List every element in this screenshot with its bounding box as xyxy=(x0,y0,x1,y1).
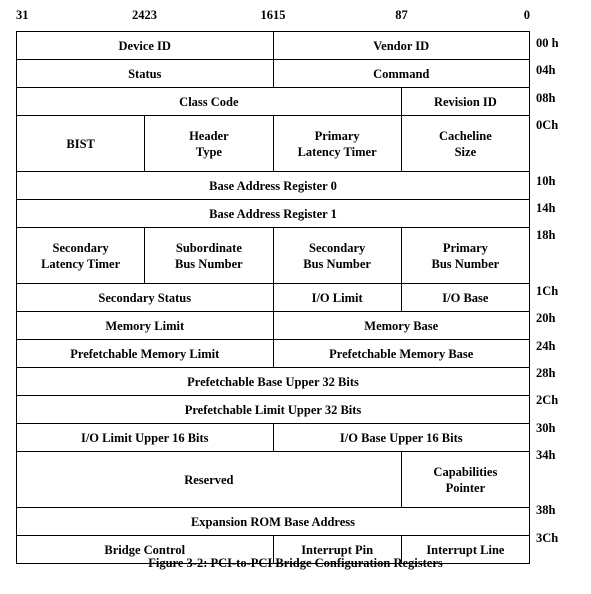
register-field: Header Type xyxy=(144,115,274,172)
register-offset: 28h xyxy=(536,365,556,380)
register-row: Secondary Latency Timer Subordinate Bus N… xyxy=(15,227,531,284)
register-field: Secondary Status xyxy=(16,283,274,312)
register-field: Expansion ROM Base Address xyxy=(16,507,530,536)
figure-caption: Figure 3-2: PCI-to-PCI Bridge Configurat… xyxy=(148,556,443,570)
register-field: Device ID xyxy=(16,31,274,60)
register-field: Secondary Bus Number xyxy=(272,227,402,284)
bit-label-15: 15 xyxy=(273,8,286,22)
register-offset: 2Ch xyxy=(536,393,559,408)
register-field: Class Code xyxy=(16,87,402,116)
register-field: I/O Limit Upper 16 Bits xyxy=(16,423,274,452)
register-offset: 20h xyxy=(536,311,556,326)
register-row: Prefetchable Limit Upper 32 Bits xyxy=(16,395,530,424)
register-row: Prefetchable Memory Limit Prefetchable Me… xyxy=(16,339,530,368)
register-row: Device ID Vendor ID xyxy=(16,31,530,60)
register-row: Reserved Capabilities Pointer xyxy=(16,451,531,508)
register-field: Cacheline Size xyxy=(400,115,531,172)
register-row: Status Command xyxy=(16,59,530,88)
register-offset: 08h xyxy=(536,90,556,105)
register-field: Base Address Register 1 xyxy=(16,199,530,228)
register-row: BIST Header Type Primary Latency Timer Cach… xyxy=(15,115,531,172)
register-field: Primary Bus Number xyxy=(400,227,531,284)
register-offset: 24h xyxy=(536,338,556,353)
register-offset: 30h xyxy=(536,420,556,435)
register-field: Prefetchable Limit Upper 32 Bits xyxy=(16,395,530,424)
register-field: BIST xyxy=(15,115,146,172)
register-field: Secondary Latency Timer xyxy=(15,227,146,284)
register-field: Status xyxy=(16,59,274,88)
bit-label-23: 23 xyxy=(144,8,158,22)
register-offset: 0Ch xyxy=(536,118,559,133)
register-offset: 00 h xyxy=(536,36,559,50)
register-field: Memory Limit xyxy=(16,311,274,340)
register-row: Base Address Register 0 xyxy=(16,171,530,200)
register-field: I/O Base Upper 16 Bits xyxy=(272,423,530,452)
register-field: Prefetchable Base Upper 32 Bits xyxy=(16,367,530,396)
register-offset: 10h xyxy=(536,173,556,188)
register-row: Expansion ROM Base Address xyxy=(16,507,530,536)
bit-label-24: 24 xyxy=(132,8,145,22)
register-row: Base Address Register 1 xyxy=(16,199,530,228)
register-offset: 1Ch xyxy=(536,283,559,298)
register-row: Memory Limit Memory Base xyxy=(16,311,530,340)
register-offset: 18h xyxy=(536,228,556,243)
register-row: Class Code Revision ID xyxy=(16,87,531,116)
bit-label-0: 0 xyxy=(523,8,530,22)
bit-label-16: 16 xyxy=(260,8,274,22)
register-offset: 38h xyxy=(536,503,556,518)
pci-bridge-register-figure: 31 24 23 16 15 8 7 0 Device ID Vendor ID Status Co… xyxy=(0,0,591,594)
register-row: Prefetchable Base Upper 32 Bits xyxy=(16,367,530,396)
register-field: Capabilities Pointer xyxy=(400,451,531,508)
register-field: I/O Limit xyxy=(272,283,402,312)
bit-position-ruler: 31 24 23 16 15 8 7 0 xyxy=(16,6,530,30)
register-field: Prefetchable Memory Base xyxy=(272,339,530,368)
register-field: Base Address Register 0 xyxy=(16,171,530,200)
register-offset: 34h xyxy=(536,448,556,463)
register-field: Vendor ID xyxy=(272,31,530,60)
register-field: I/O Base xyxy=(400,283,531,312)
register-field: Memory Base xyxy=(272,311,530,340)
register-field: Command xyxy=(272,59,530,88)
register-field: Revision ID xyxy=(400,87,531,116)
register-table-body: Device ID Vendor ID Status Command Class Cod… xyxy=(15,31,531,564)
register-row: Secondary Status I/O Limit I/O Base xyxy=(16,283,531,312)
register-offset: 14h xyxy=(536,200,556,215)
register-field: Subordinate Bus Number xyxy=(144,227,274,284)
bit-label-7: 7 xyxy=(401,8,408,22)
register-offset-column: 00 h 04h 08h 0Ch 10h 14h 18h 1Ch 20h 24h 28h 2Ch 30h… xyxy=(536,31,591,553)
register-row: I/O Limit Upper 16 Bits I/O Base Upper 16… xyxy=(16,423,530,452)
register-field: Reserved xyxy=(16,451,402,508)
register-field: Primary Latency Timer xyxy=(272,115,402,172)
register-offset: 3Ch xyxy=(536,530,559,545)
register-field: Prefetchable Memory Limit xyxy=(16,339,274,368)
register-offset: 04h xyxy=(536,63,556,78)
bit-label-31: 31 xyxy=(16,8,29,22)
configuration-register-table: Device ID Vendor ID Status Command Class Cod… xyxy=(15,31,531,564)
